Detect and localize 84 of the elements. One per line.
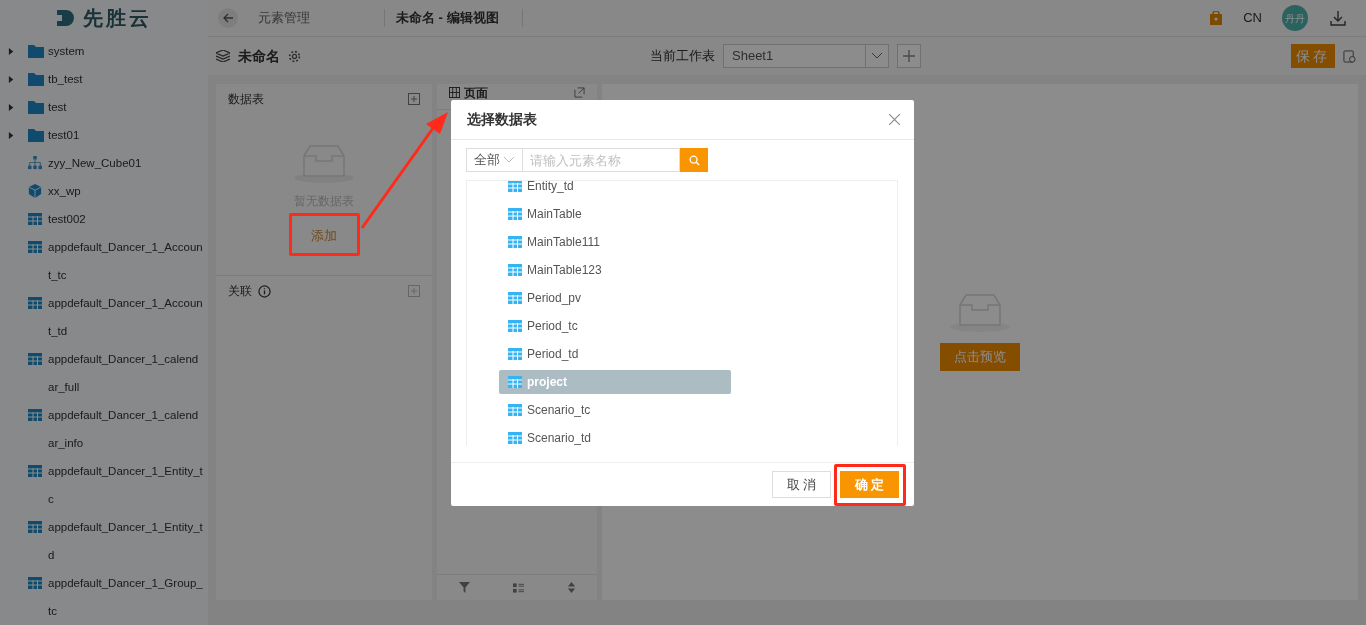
download-icon[interactable] (1330, 10, 1346, 26)
table-list-item[interactable]: Scenario_tc (499, 398, 731, 422)
table-icon (28, 213, 42, 225)
folder-icon (28, 44, 44, 58)
panel-title: 关联 (228, 283, 252, 300)
table-icon (508, 181, 522, 192)
filter-dropdown[interactable]: 全部 (466, 148, 523, 172)
caret-icon[interactable] (8, 47, 15, 55)
search-button[interactable] (680, 148, 708, 172)
search-icon (688, 154, 700, 166)
sort-icon[interactable] (566, 582, 576, 593)
add-sheet-button[interactable] (897, 44, 921, 68)
settings-icon[interactable] (288, 49, 301, 63)
folder-icon (28, 128, 44, 142)
table-list-item[interactable]: Scenario_td (499, 426, 731, 446)
folder-icon (28, 100, 44, 114)
view-name: 未命名 (238, 46, 280, 66)
table-icon (28, 297, 42, 309)
panel-title: 数据表 (228, 91, 264, 108)
sidebar-item[interactable]: appdefault_Dancer_1_Group_tc (48, 569, 204, 625)
sidebar-item[interactable]: test (48, 93, 204, 121)
table-icon (508, 236, 522, 248)
table-icon (28, 409, 42, 421)
chevron-down-icon (504, 157, 514, 163)
table-icon (28, 353, 42, 365)
table-list-item[interactable]: Period_td (499, 342, 731, 366)
list-icon[interactable] (512, 582, 524, 593)
table-icon (28, 577, 42, 589)
table-icon (28, 521, 42, 533)
logo-icon (56, 9, 75, 26)
caret-icon[interactable] (8, 103, 15, 111)
close-icon[interactable] (889, 114, 900, 125)
table-icon (508, 404, 522, 416)
chevron-down-icon (872, 53, 882, 59)
bag-icon[interactable] (1209, 11, 1224, 25)
sidebar-item[interactable]: system (48, 37, 204, 65)
add-table-icon[interactable] (408, 93, 420, 105)
table-icon (508, 348, 522, 360)
sheet-select[interactable]: Sheet1 (723, 44, 889, 68)
expand-icon[interactable] (574, 87, 585, 98)
plus-icon (903, 50, 915, 62)
breadcrumb-link[interactable]: 元素管理 (258, 8, 384, 28)
table-icon (28, 465, 42, 477)
page-title: 未命名 - 编辑视图 (396, 9, 500, 28)
table-list-item[interactable]: MainTable (499, 202, 731, 226)
cancel-button[interactable]: 取 消 (772, 471, 831, 498)
sheet-label: 当前工作表 (650, 47, 715, 66)
document-settings-icon[interactable] (1343, 49, 1356, 63)
table-list-item[interactable]: Period_tc (499, 314, 731, 338)
table-list-item[interactable]: Period_pv (499, 286, 731, 310)
table-icon (508, 376, 522, 388)
table-icon (508, 432, 522, 444)
sidebar-item[interactable]: xx_wp (48, 177, 204, 205)
panel-title: 页面 (464, 87, 488, 99)
search-field[interactable]: 请输入元素名称 (523, 148, 680, 172)
cube-icon (28, 184, 42, 198)
hierarchy-icon (28, 156, 42, 170)
filter-value: 全部 (474, 151, 500, 170)
language-label[interactable]: CN (1243, 8, 1262, 28)
table-list-item[interactable]: MainTable111 (499, 230, 731, 254)
table-icon (508, 292, 522, 304)
add-relation-icon[interactable] (408, 285, 420, 297)
logo-text: 先胜云 (82, 5, 152, 31)
dialog-title: 选择数据表 (467, 110, 537, 129)
table-icon (508, 320, 522, 332)
filter-icon[interactable] (458, 582, 470, 593)
sheet-value: Sheet1 (731, 47, 775, 66)
arrow-left-icon (222, 12, 234, 24)
sidebar-item[interactable]: test01 (48, 121, 204, 149)
caret-icon[interactable] (8, 131, 15, 139)
sidebar-item[interactable]: zyy_New_Cube01 (48, 149, 204, 177)
table-icon (28, 241, 42, 253)
info-icon (258, 284, 271, 298)
sidebar-item[interactable]: tb_test (48, 65, 204, 93)
layers-icon (216, 50, 230, 62)
table-icon (508, 208, 522, 220)
sidebar-item[interactable]: test002 (48, 205, 204, 233)
table-list-item[interactable]: MainTable123 (499, 258, 731, 282)
back-button[interactable] (218, 8, 238, 28)
table-icon (508, 264, 522, 276)
grid-icon (449, 87, 460, 98)
table-list-item[interactable]: Entity_td (499, 181, 731, 198)
folder-icon (28, 72, 44, 86)
caret-icon[interactable] (8, 75, 15, 83)
